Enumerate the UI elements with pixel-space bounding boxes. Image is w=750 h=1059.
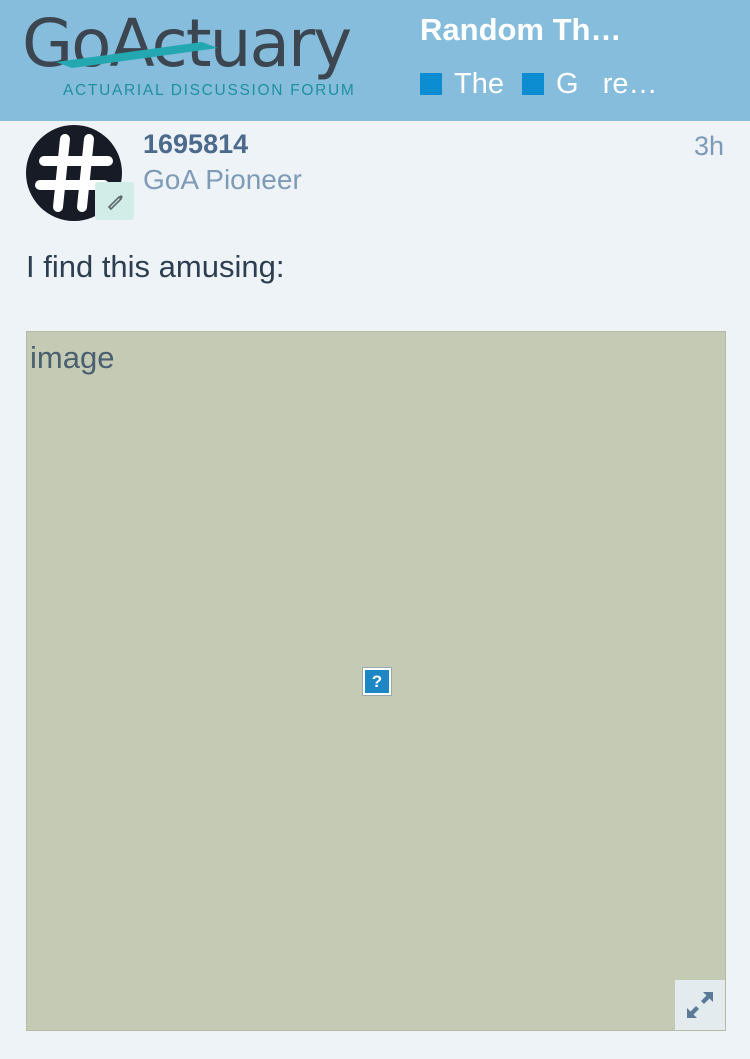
category-color-square-icon: [521, 73, 544, 95]
category-color-square-icon: [420, 73, 442, 95]
expand-icon: [687, 992, 713, 1018]
post-user-title: GoA Pioneer: [143, 164, 302, 195]
category-badge-child[interactable]: G re…: [521, 67, 658, 101]
category-breadcrumbs: The G re…: [420, 66, 740, 102]
expand-image-button[interactable]: [675, 980, 725, 1030]
image-alt-text: image: [30, 340, 115, 375]
site-logo[interactable]: GoActuary ACTUARIAL DISCUSSION FORUM: [22, 8, 402, 108]
logo-wordmark: GoActuary: [22, 5, 352, 82]
post-body-text: I find this amusing:: [26, 249, 285, 284]
category-label: The: [454, 67, 504, 100]
pencil-flair-icon: [107, 195, 123, 211]
topic-title[interactable]: Random Th…: [420, 12, 740, 48]
site-header: GoActuary ACTUARIAL DISCUSSION FORUM Ran…: [0, 0, 750, 121]
post-date[interactable]: 3h: [694, 131, 724, 162]
user-flair: [95, 182, 134, 220]
category-badge-parent[interactable]: The: [420, 68, 504, 101]
logo-tagline: ACTUARIAL DISCUSSION FORUM: [63, 82, 356, 99]
broken-image-glyph: ?: [365, 670, 389, 693]
post-username[interactable]: 1695814: [143, 129, 248, 160]
post-image[interactable]: image ?: [26, 331, 726, 1031]
category-label: G re…: [555, 67, 658, 100]
broken-image-icon: ?: [362, 667, 392, 696]
